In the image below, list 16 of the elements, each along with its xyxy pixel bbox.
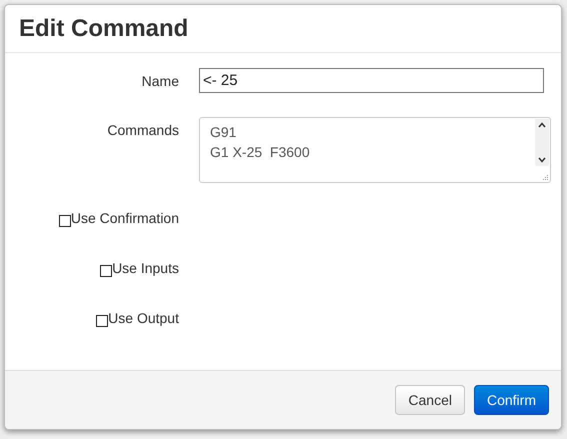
checkbox[interactable] [100,265,112,277]
checkbox[interactable] [58,215,71,227]
checkbox-label: Use Confirmation [70,210,179,226]
cancel-button[interactable]: Cancel [395,385,465,415]
field-label: Commands [106,121,179,138]
scroll-down-icon[interactable] [538,157,546,163]
dialog-title: Edit Command [19,14,188,42]
name-input[interactable]: <- 25 [199,68,544,93]
checkbox-label: Use Output [108,310,179,326]
confirm-button[interactable]: Confirm [474,385,549,415]
commands-textarea[interactable]: G91 G1 X-25 F3600 [199,117,551,183]
scroll-up-icon[interactable] [538,122,546,128]
field-label: Name [140,72,179,89]
scrollbar[interactable] [535,119,549,166]
checkbox[interactable] [96,315,108,327]
checkbox-label: Use Inputs [112,260,179,276]
